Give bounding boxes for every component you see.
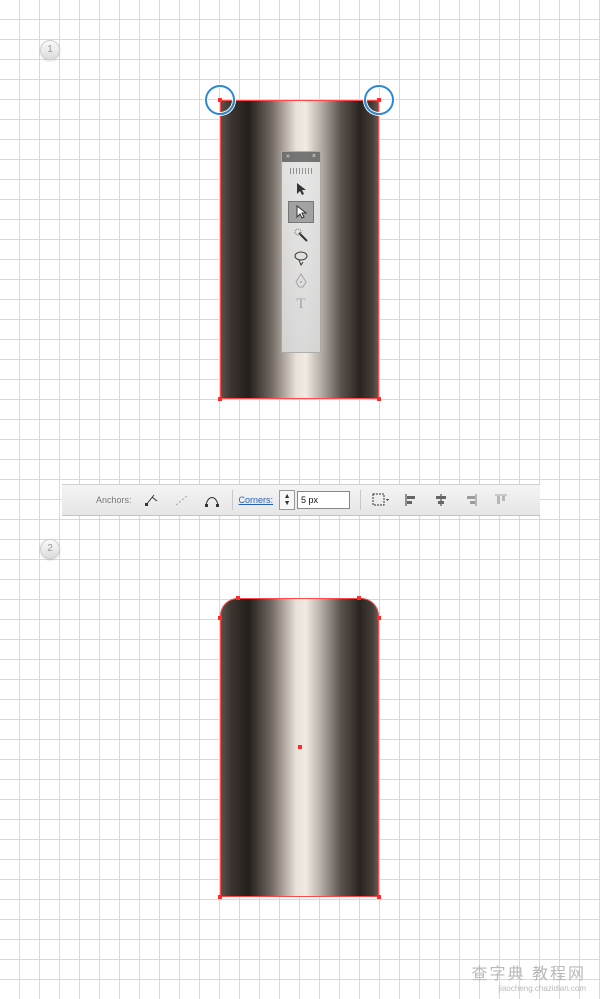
collapse-icon[interactable]: » [286, 152, 290, 162]
center-point [298, 745, 302, 749]
highlight-circle-right [364, 85, 394, 115]
handles-icon [175, 494, 188, 506]
anchor-point-bottom-right[interactable] [377, 895, 381, 899]
anchor-point-bottom-left[interactable] [218, 895, 222, 899]
anchor-point-bottom-right[interactable] [377, 397, 381, 401]
type-tool[interactable]: T [288, 293, 314, 315]
transform-button[interactable] [371, 491, 391, 509]
step-1-badge: 1 [40, 40, 60, 60]
cut-path-button[interactable] [202, 491, 222, 509]
step-2-badge: 2 [40, 539, 60, 559]
separator [360, 490, 362, 510]
type-icon: T [296, 295, 306, 312]
pen-icon [295, 273, 307, 288]
anchor-point[interactable] [377, 616, 381, 620]
stepper-down-icon[interactable]: ▼ [284, 500, 291, 507]
selection-tool[interactable] [288, 178, 314, 200]
direct-selection-arrow-icon [296, 205, 307, 219]
anchor-point-bottom-left[interactable] [218, 397, 222, 401]
direct-selection-tool[interactable] [288, 201, 314, 223]
lasso-tool[interactable] [288, 247, 314, 269]
convert-anchor-icon [144, 494, 157, 506]
align-top-button[interactable] [491, 491, 511, 509]
cut-path-icon [204, 497, 219, 507]
anchor-point[interactable] [218, 616, 222, 620]
anchor-point[interactable] [357, 596, 361, 600]
control-bar: Anchors: Corners: ▲ ▼ 5 px [62, 484, 540, 516]
handles-button[interactable] [172, 491, 192, 509]
magic-wand-icon [294, 228, 308, 242]
separator [231, 490, 233, 510]
corners-input[interactable]: 5 px [297, 491, 351, 509]
watermark-main: 查字典 教程网 [471, 966, 586, 983]
anchor-point[interactable] [236, 596, 240, 600]
anchors-label: Anchors: [96, 495, 132, 505]
pen-tool[interactable] [288, 270, 314, 292]
align-right-button[interactable] [461, 491, 481, 509]
align-top-icon [495, 494, 508, 504]
align-left-button[interactable] [401, 491, 421, 509]
magic-wand-tool[interactable] [288, 224, 314, 246]
watermark-sub: jiaocheng.chazidian.com [498, 984, 586, 993]
highlight-circle-left [205, 85, 235, 115]
align-center-icon [436, 494, 447, 506]
corners-link[interactable]: Corners: [239, 495, 274, 505]
close-icon[interactable]: × [312, 152, 316, 162]
align-right-icon [467, 494, 477, 506]
panel-grip[interactable] [290, 168, 312, 174]
transform-grid-icon [372, 493, 390, 506]
corners-stepper[interactable]: ▲ ▼ [279, 490, 296, 510]
convert-anchor-button[interactable] [142, 491, 162, 509]
stepper-up-icon[interactable]: ▲ [284, 493, 291, 500]
watermark: 查字典 教程网 jiaocheng.chazidian.com [472, 960, 586, 993]
tools-panel-header[interactable]: » × [282, 152, 320, 162]
selection-arrow-icon [297, 183, 306, 195]
align-center-button[interactable] [431, 491, 451, 509]
lasso-icon [294, 251, 308, 266]
align-left-icon [405, 494, 416, 506]
tools-panel: » × T [281, 151, 321, 353]
